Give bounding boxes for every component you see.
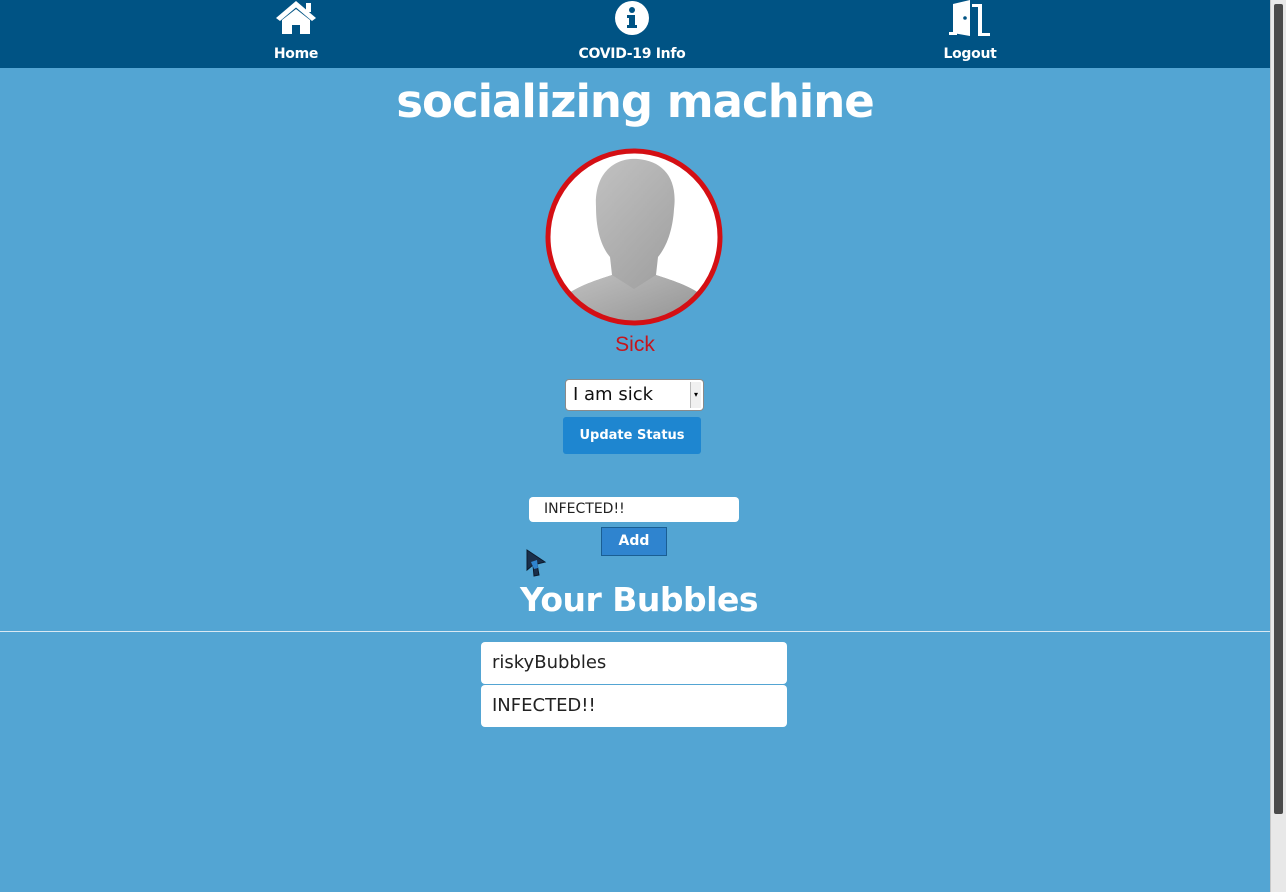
avatar [544,147,724,327]
top-navbar: Home COVID-19 Info Logout [0,0,1270,68]
vertical-scrollbar[interactable] [1270,0,1286,892]
add-bubble-button[interactable]: Add [601,527,667,556]
bubble-list-item[interactable]: INFECTED!! [481,685,787,727]
update-status-button[interactable]: Update Status [563,417,701,454]
status-select-value: I am sick [573,384,654,405]
page-viewport: Home COVID-19 Info Logout socializing ma… [0,0,1270,892]
mouse-cursor-icon [525,548,549,583]
scrollbar-thumb[interactable] [1274,4,1283,814]
door-icon [946,0,994,43]
page-title: socializing machine [396,75,875,128]
nav-logout[interactable]: Logout [890,0,1050,68]
nav-covid-info-label: COVID-19 Info [578,46,686,62]
nav-covid-info[interactable]: COVID-19 Info [552,0,712,68]
info-icon [612,0,652,43]
bubble-list: riskyBubbles INFECTED!! [481,642,787,728]
nav-home-label: Home [273,46,319,62]
home-icon [274,0,318,41]
bubble-list-item[interactable]: riskyBubbles [481,642,787,684]
status-select[interactable]: I am sick ▾ [565,379,704,411]
bubble-name-input[interactable]: INFECTED!! [529,497,739,522]
bubbles-section-title: Your Bubbles [519,580,759,619]
nav-home[interactable]: Home [216,0,376,68]
section-divider [0,631,1270,632]
select-arrow-icon: ▾ [690,382,701,408]
bubble-name-input-value: INFECTED!! [544,501,625,517]
health-status-text: Sick [615,333,655,356]
nav-logout-label: Logout [943,46,997,62]
